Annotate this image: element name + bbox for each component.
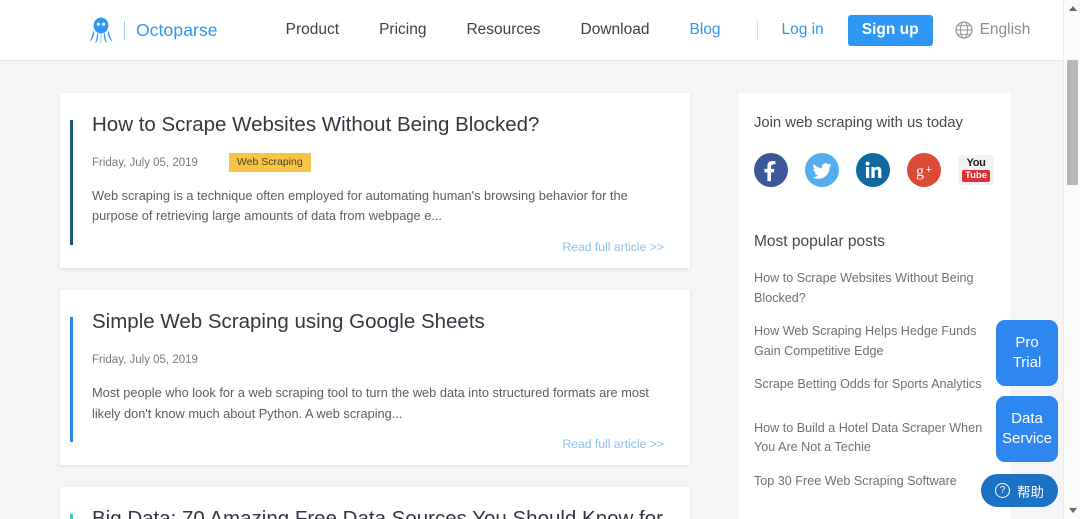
popular-posts-list: How to Scrape Websites Without Being Blo…	[754, 269, 1010, 491]
logo-divider	[124, 21, 125, 40]
post-excerpt: Most people who look for a web scraping …	[92, 383, 664, 424]
post-title[interactable]: Simple Web Scraping using Google Sheets	[92, 308, 664, 336]
card-body: Big Data: 70 Amazing Free Data Sources Y…	[73, 505, 664, 519]
help-button-label: 帮助	[1017, 481, 1044, 501]
post-date: Friday, July 05, 2019	[92, 157, 198, 169]
scroll-down-arrow-icon[interactable]	[1064, 502, 1080, 519]
nav-item-blog[interactable]: Blog	[669, 21, 740, 39]
nav-item-pricing[interactable]: Pricing	[359, 21, 446, 39]
octopus-icon	[88, 15, 114, 45]
help-button[interactable]: ? 帮助	[981, 474, 1058, 507]
vertical-scrollbar[interactable]	[1063, 0, 1080, 519]
pro-trial-button[interactable]: Pro Trial	[996, 320, 1058, 386]
post-title[interactable]: Big Data: 70 Amazing Free Data Sources Y…	[92, 505, 664, 519]
signup-button[interactable]: Sign up	[848, 15, 933, 46]
scroll-up-arrow-icon[interactable]	[1064, 0, 1080, 17]
nav-divider	[757, 21, 758, 40]
site-header: Octoparse Product Pricing Resources Down…	[0, 0, 1063, 61]
question-mark-icon: ?	[995, 483, 1010, 498]
youtube-icon[interactable]: You Tube	[958, 155, 994, 185]
main-navigation: Product Pricing Resources Download Blog …	[266, 15, 1031, 46]
nav-item-resources[interactable]: Resources	[446, 21, 560, 39]
svg-text:+: +	[926, 164, 932, 176]
youtube-icon-top-text: You	[966, 158, 985, 169]
data-service-line1: Data	[1000, 409, 1054, 429]
google-plus-icon[interactable]: g +	[907, 153, 941, 187]
read-full-article-link[interactable]: Read full article >>	[92, 240, 664, 254]
nav-item-download[interactable]: Download	[561, 21, 670, 39]
language-selector[interactable]: English	[955, 21, 1031, 39]
post-tag[interactable]: Web Scraping	[229, 153, 311, 172]
language-label: English	[980, 21, 1031, 39]
list-item[interactable]: How to Build a Hotel Data Scraper When Y…	[754, 419, 986, 458]
browser-viewport: Octoparse Product Pricing Resources Down…	[0, 0, 1080, 519]
facebook-icon[interactable]	[754, 153, 788, 187]
list-item[interactable]: How to Scrape Websites Without Being Blo…	[754, 269, 986, 308]
post-excerpt: Web scraping is a technique often employ…	[92, 186, 664, 227]
site-logo[interactable]: Octoparse	[88, 15, 218, 45]
globe-icon	[955, 21, 973, 39]
login-link[interactable]: Log in	[774, 21, 832, 39]
card-body: Simple Web Scraping using Google Sheets …	[73, 308, 664, 451]
logo-text: Octoparse	[136, 20, 218, 41]
scroll-thumb[interactable]	[1067, 60, 1078, 185]
pro-trial-line2: Trial	[1000, 353, 1054, 373]
list-item[interactable]: How Web Scraping Helps Hedge Funds Gain …	[754, 322, 986, 361]
card-body: How to Scrape Websites Without Being Blo…	[73, 111, 664, 254]
post-meta: Friday, July 05, 2019	[92, 350, 664, 370]
post-card[interactable]: How to Scrape Websites Without Being Blo…	[60, 93, 690, 268]
post-meta: Friday, July 05, 2019 Web Scraping	[92, 153, 664, 173]
svg-text:g: g	[916, 163, 924, 180]
data-service-button[interactable]: Data Service	[996, 396, 1058, 462]
post-card[interactable]: Big Data: 70 Amazing Free Data Sources Y…	[60, 487, 690, 519]
sidebar: Join web scraping with us today	[738, 93, 1010, 519]
twitter-icon[interactable]	[805, 153, 839, 187]
join-heading: Join web scraping with us today	[754, 115, 1010, 131]
post-card[interactable]: Simple Web Scraping using Google Sheets …	[60, 290, 690, 465]
list-item[interactable]: Scrape Betting Odds for Sports Analytics	[754, 375, 986, 395]
linkedin-icon[interactable]	[856, 153, 890, 187]
youtube-icon-bottom-text: Tube	[962, 170, 990, 182]
post-date: Friday, July 05, 2019	[92, 354, 198, 366]
read-full-article-link[interactable]: Read full article >>	[92, 437, 664, 451]
nav-item-product[interactable]: Product	[266, 21, 359, 39]
social-links: g + You Tube	[754, 153, 1010, 187]
post-list: How to Scrape Websites Without Being Blo…	[60, 93, 690, 519]
pro-trial-line1: Pro	[1000, 333, 1054, 353]
data-service-line2: Service	[1000, 429, 1054, 449]
post-title[interactable]: How to Scrape Websites Without Being Blo…	[92, 111, 664, 139]
list-item[interactable]: Top 30 Free Web Scraping Software	[754, 472, 986, 492]
popular-posts-heading: Most popular posts	[754, 233, 1010, 251]
